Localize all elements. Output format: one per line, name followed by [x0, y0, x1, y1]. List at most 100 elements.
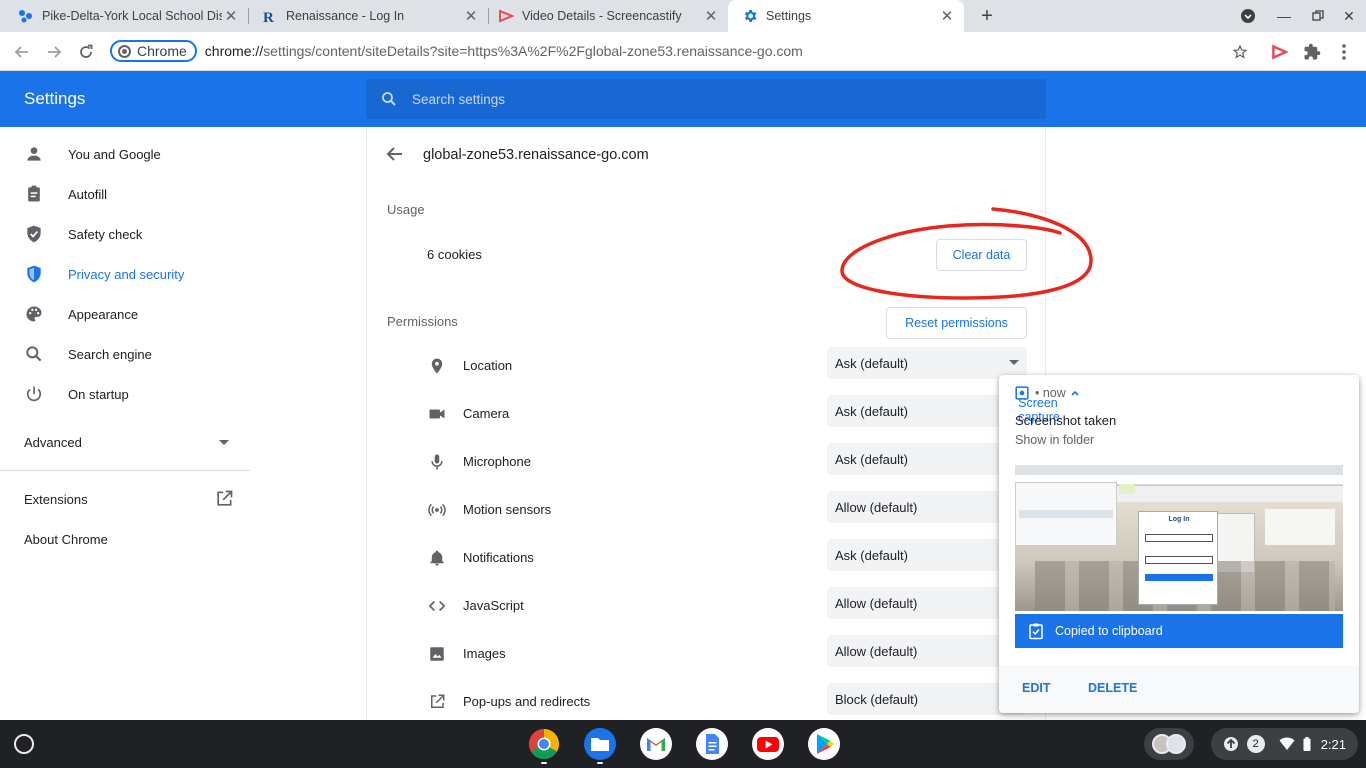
camera-select[interactable]: Ask (default)	[827, 395, 1027, 427]
sidebar-item-extensions[interactable]: Extensions	[0, 479, 250, 519]
close-icon[interactable]: ✕	[702, 7, 720, 25]
clear-data-button[interactable]: Clear data	[936, 239, 1027, 271]
play-store-app-icon[interactable]	[808, 728, 840, 760]
restore-icon[interactable]	[1301, 0, 1335, 32]
tab-settings[interactable]: Settings ✕	[728, 0, 964, 32]
screencastify-extension-icon[interactable]	[1265, 38, 1293, 66]
address-bar[interactable]: Chrome chrome://settings/content/siteDet…	[106, 36, 1258, 66]
status-tray[interactable]: 2 2:21	[1210, 728, 1358, 760]
sensors-icon	[427, 500, 447, 520]
images-select[interactable]: Allow (default)	[827, 635, 1027, 667]
open-in-new-icon	[214, 489, 234, 512]
site-details-card: global-zone53.renaissance-go.com Usage 6…	[366, 127, 1046, 720]
sidebar-item-safety-check[interactable]: Safety check	[0, 214, 250, 254]
microphone-icon	[427, 452, 447, 472]
tab-title: Renaissance - Log In	[286, 9, 405, 23]
sidebar-item-autofill[interactable]: Autofill	[0, 174, 250, 214]
wifi-icon	[1279, 737, 1295, 750]
renaissance-favicon: R	[262, 8, 278, 24]
site-domain: global-zone53.renaissance-go.com	[423, 147, 649, 163]
permission-row: Images Allow (default)	[367, 630, 1045, 678]
sidebar-item-search-engine[interactable]: Search engine	[0, 334, 250, 374]
tab-title: Video Details - Screencastify	[522, 9, 682, 23]
screenshot-holding-space-icon[interactable]	[1144, 728, 1194, 760]
clock: 2:21	[1320, 736, 1346, 752]
motion-sensors-select[interactable]: Allow (default)	[827, 491, 1027, 523]
url-text: chrome://settings/content/siteDetails?si…	[204, 43, 803, 59]
location-icon	[427, 356, 447, 376]
svg-text:R: R	[263, 10, 274, 24]
close-window-icon[interactable]: ✕	[1332, 0, 1366, 32]
close-icon[interactable]: ✕	[462, 7, 480, 25]
delete-button[interactable]: DELETE	[1088, 681, 1137, 695]
permissions-heading: Permissions	[387, 314, 458, 329]
permission-row: JavaScript Allow (default)	[367, 582, 1045, 630]
search-icon	[24, 344, 44, 364]
tab-title: Settings	[766, 9, 812, 23]
sidebar-item-appearance[interactable]: Appearance	[0, 294, 250, 334]
microphone-select[interactable]: Ask (default)	[827, 443, 1027, 475]
files-app-icon[interactable]	[584, 728, 616, 760]
person-icon	[24, 144, 44, 164]
docs-app-icon[interactable]	[696, 728, 728, 760]
edit-button[interactable]: EDIT	[1022, 681, 1050, 695]
chevron-down-icon	[219, 440, 229, 445]
tab-renaissance[interactable]: R Renaissance - Log In ✕	[248, 0, 488, 32]
tab-screencastify[interactable]: Video Details - Screencastify ✕	[484, 0, 728, 32]
launcher-button[interactable]	[14, 734, 34, 754]
forward-icon[interactable]	[40, 38, 68, 66]
permission-row: Notifications Ask (default)	[367, 534, 1045, 582]
gmail-app-icon[interactable]	[640, 728, 672, 760]
search-input[interactable]: Search settings	[366, 79, 1046, 119]
youtube-app-icon[interactable]	[752, 728, 784, 760]
permission-row: Motion sensors Allow (default)	[367, 486, 1045, 534]
javascript-select[interactable]: Allow (default)	[827, 587, 1027, 619]
sidebar-item-advanced[interactable]: Advanced	[0, 422, 250, 462]
upload-icon	[1223, 737, 1238, 751]
reload-icon[interactable]	[72, 38, 100, 66]
image-icon	[427, 644, 447, 664]
sidebar-item-you-and-google[interactable]: You and Google	[0, 134, 250, 174]
back-icon[interactable]	[8, 38, 36, 66]
notifications-select[interactable]: Ask (default)	[827, 539, 1027, 571]
close-icon[interactable]: ✕	[222, 7, 240, 25]
page-title: Settings	[24, 89, 86, 108]
permission-row: Camera Ask (default)	[367, 390, 1045, 438]
sidebar-item-privacy-and-security[interactable]: Privacy and security	[0, 254, 250, 294]
shield-check-icon	[24, 224, 44, 244]
minimize-icon[interactable]: —	[1267, 0, 1301, 32]
reset-permissions-button[interactable]: Reset permissions	[886, 307, 1027, 339]
menu-kebab-icon[interactable]	[1330, 38, 1358, 66]
chrome-app-icon[interactable]	[528, 728, 560, 760]
show-in-folder-link[interactable]: Show in folder	[1015, 433, 1094, 447]
cookies-count: 6 cookies	[427, 247, 482, 262]
location-select[interactable]: Ask (default)	[827, 347, 1027, 379]
screenshot-thumbnail[interactable]: Log In	[1015, 465, 1343, 611]
close-icon[interactable]: ✕	[938, 7, 956, 25]
sidebar-item-on-startup[interactable]: On startup	[0, 374, 250, 414]
chevron-up-icon[interactable]	[1070, 388, 1080, 398]
bookmark-star-icon[interactable]	[1226, 38, 1254, 66]
tab-search-icon[interactable]	[1231, 0, 1265, 32]
palette-icon	[24, 304, 44, 324]
search-icon	[382, 92, 396, 106]
new-tab-button[interactable]: +	[970, 0, 1004, 32]
chromeos-shelf: 2 2:21	[0, 720, 1366, 768]
permission-row: Pop-ups and redirects Block (default)	[367, 678, 1045, 720]
settings-header: Settings Search settings	[0, 71, 1366, 127]
notification-header: Screen capture • now	[1015, 386, 1080, 424]
notification-title: Screenshot taken	[1015, 413, 1117, 428]
site-info-chip[interactable]: Chrome	[110, 40, 197, 62]
school-favicon	[18, 8, 34, 24]
open-in-new-icon	[427, 692, 447, 712]
browser-toolbar: Chrome chrome://settings/content/siteDet…	[0, 32, 1366, 71]
tab-school[interactable]: Pike-Delta-York Local School Dis ✕	[4, 0, 248, 32]
back-arrow-icon[interactable]	[385, 144, 405, 164]
camera-icon	[427, 404, 447, 424]
shield-icon	[24, 264, 44, 284]
extensions-puzzle-icon[interactable]	[1298, 38, 1326, 66]
sidebar-item-about-chrome[interactable]: About Chrome	[0, 519, 250, 559]
code-icon	[427, 596, 447, 616]
popups-select[interactable]: Block (default)	[827, 683, 1027, 715]
tab-strip: Pike-Delta-York Local School Dis ✕ R Ren…	[0, 0, 1366, 32]
